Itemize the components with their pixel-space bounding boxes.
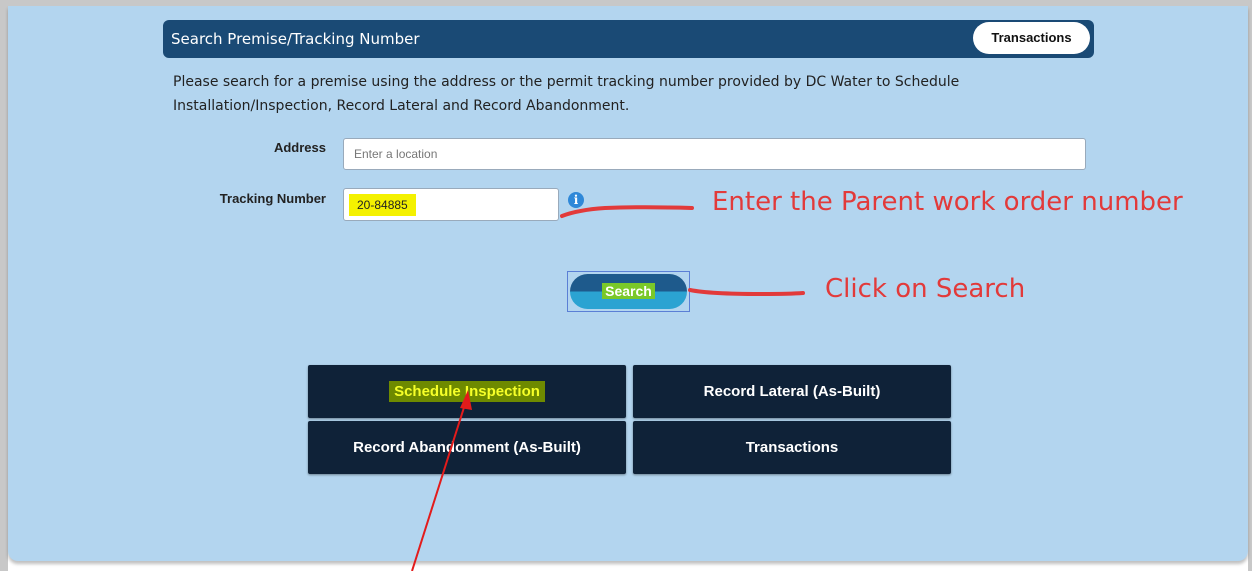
transactions-tab-button[interactable]: Transactions [973,22,1090,54]
info-icon[interactable]: i [568,192,584,208]
window-frame-right [1248,0,1252,571]
record-abandonment-button[interactable]: Record Abandonment (As-Built) [308,421,626,474]
tracking-number-value: 20-84885 [349,194,416,216]
tracking-number-input[interactable]: 20-84885 [343,188,559,221]
search-button-focus-ring: Search [567,271,690,312]
schedule-inspection-label: Schedule Inspection [389,381,545,402]
tracking-annotation-text: Enter the Parent work order number [712,187,1183,217]
page-title: Search Premise/Tracking Number [171,30,420,48]
record-lateral-button[interactable]: Record Lateral (As-Built) [633,365,951,418]
search-button-label: Search [602,283,655,299]
schedule-inspection-button[interactable]: Schedule Inspection [308,365,626,418]
window-frame-left [0,0,8,571]
search-annotation-text: Click on Search [825,274,1026,304]
panel-header: Search Premise/Tracking Number Transacti… [163,20,1094,58]
tracking-number-label: Tracking Number [219,191,326,206]
address-label: Address [273,140,326,155]
search-instructions: Please search for a premise using the ad… [173,74,960,114]
transactions-button[interactable]: Transactions [633,421,951,474]
search-button[interactable]: Search [570,274,687,309]
address-input[interactable]: Enter a location [343,138,1086,170]
